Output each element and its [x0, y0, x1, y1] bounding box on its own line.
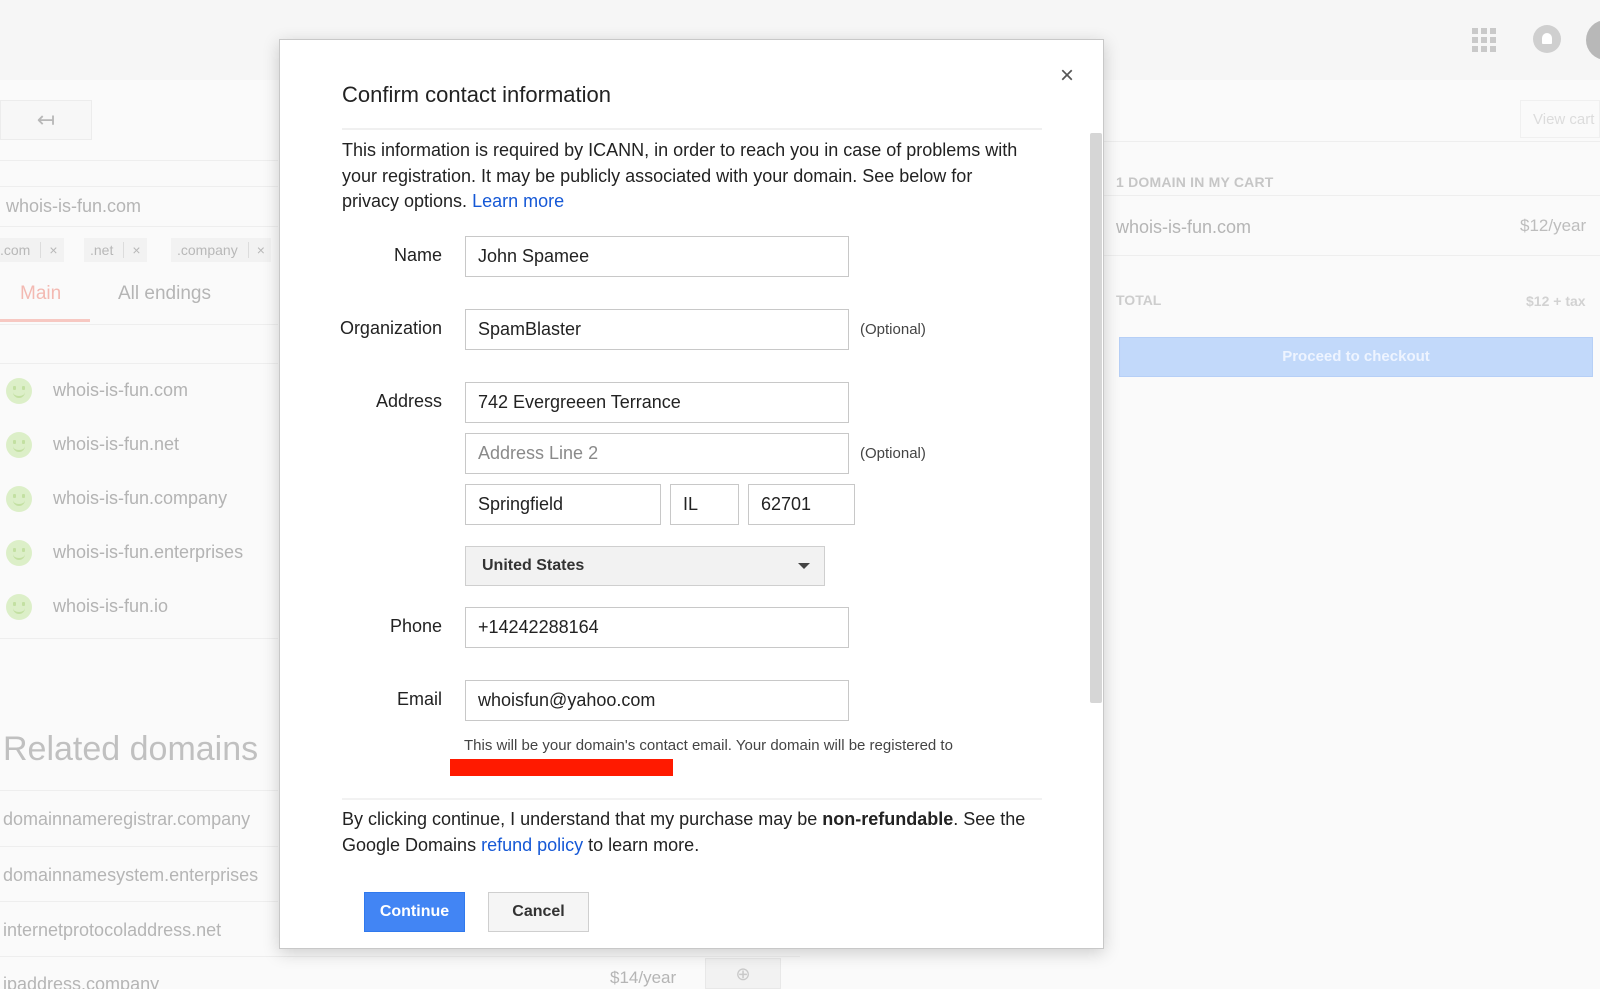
divider	[0, 226, 278, 227]
email-label: Email	[396, 689, 442, 709]
view-cart-button[interactable]: View cart	[1520, 100, 1600, 138]
chip-label: .company	[177, 242, 238, 258]
available-smile-icon	[6, 540, 32, 566]
cart-total-label: TOTAL	[1116, 292, 1162, 308]
chip-close-icon[interactable]: ×	[247, 242, 265, 258]
divider	[1103, 195, 1600, 196]
tab-all-endings[interactable]: All endings	[118, 283, 211, 305]
result-row[interactable]: whois-is-fun.com	[0, 364, 278, 418]
filter-chip-company[interactable]: .company ×	[171, 238, 271, 262]
refund-notice: By clicking continue, I understand that …	[342, 807, 1042, 858]
available-smile-icon	[6, 432, 32, 458]
divider	[0, 638, 278, 639]
filter-chip-net[interactable]: .net ×	[84, 238, 147, 262]
cancel-button[interactable]: Cancel	[488, 892, 589, 932]
notice-text: This information is required by ICANN, i…	[342, 140, 1018, 211]
refund-notice-text: to learn more.	[583, 834, 700, 855]
result-domain: whois-is-fun.io	[53, 596, 169, 616]
result-domain: whois-is-fun.net	[53, 434, 180, 454]
search-value[interactable]: whois-is-fun.com	[6, 196, 141, 217]
optional-hint: (Optional)	[860, 321, 926, 338]
divider	[0, 186, 278, 187]
related-domain-item[interactable]: internetprotocoladdress.net	[3, 920, 221, 941]
chip-label: .net	[90, 242, 114, 258]
icann-notice: This information is required by ICANN, i…	[342, 138, 1032, 215]
filter-chip-com[interactable]: .com ×	[0, 238, 64, 262]
contact-info-dialog: Confirm contact information × This infor…	[279, 39, 1104, 949]
phone-label: Phone	[389, 616, 442, 636]
available-smile-icon	[6, 486, 32, 512]
proceed-to-checkout-button[interactable]: Proceed to checkout	[1119, 337, 1593, 377]
cart-domain-price: $12/year	[1520, 216, 1587, 235]
country-select[interactable]: United States	[465, 546, 825, 586]
divider	[0, 901, 278, 902]
name-field[interactable]	[465, 236, 849, 277]
refund-policy-link[interactable]: refund policy	[481, 835, 583, 855]
notifications-icon[interactable]	[1533, 25, 1561, 53]
divider	[0, 324, 278, 325]
dialog-title: Confirm contact information	[342, 82, 611, 107]
email-field[interactable]	[465, 680, 849, 721]
related-domain-item[interactable]: ipaddress.company	[3, 974, 159, 989]
result-domain: whois-is-fun.com	[53, 380, 189, 400]
result-domain: whois-is-fun.company	[53, 488, 228, 508]
chip-close-icon[interactable]: ×	[123, 242, 141, 258]
refund-notice-text: By clicking continue, I understand that …	[342, 809, 823, 829]
divider	[342, 798, 1042, 800]
result-row[interactable]: whois-is-fun.company	[0, 472, 278, 526]
cart-count-label: 1 DOMAIN IN MY CART	[1116, 174, 1274, 190]
divider	[0, 846, 278, 847]
divider	[0, 956, 800, 957]
country-value: United States	[482, 557, 585, 574]
available-smile-icon	[6, 378, 32, 404]
cart-total-value: $12 + tax	[1526, 293, 1586, 309]
dialog-scrollbar[interactable]	[1090, 133, 1102, 703]
back-arrow-icon: ↤	[36, 107, 56, 132]
continue-button[interactable]: Continue	[364, 892, 465, 932]
chip-label: .com	[0, 242, 31, 258]
result-row[interactable]: whois-is-fun.io	[0, 580, 278, 634]
zip-field[interactable]	[748, 484, 855, 525]
organization-field[interactable]	[465, 309, 849, 350]
result-row[interactable]: whois-is-fun.enterprises	[0, 526, 278, 580]
apps-grid-icon[interactable]	[1472, 28, 1496, 52]
email-help-text: This will be your domain's contact email…	[464, 737, 953, 754]
non-refundable-text: non-refundable	[822, 809, 954, 829]
related-domain-item[interactable]: domainnameregistrar.company	[3, 809, 250, 830]
close-icon[interactable]: ×	[1055, 64, 1079, 88]
related-domain-item[interactable]: domainnamesystem.enterprises	[3, 865, 258, 886]
related-domains-heading: Related domains	[3, 730, 259, 768]
state-field[interactable]	[670, 484, 739, 525]
divider	[1103, 141, 1600, 142]
name-label: Name	[393, 245, 442, 265]
cart-domain: whois-is-fun.com	[1116, 217, 1252, 237]
tab-main[interactable]: Main	[20, 283, 61, 305]
cart-plus-icon: ⊕	[735, 964, 751, 984]
divider	[0, 160, 278, 161]
avatar[interactable]	[1586, 20, 1600, 60]
organization-label: Organization	[339, 318, 442, 338]
result-row[interactable]: whois-is-fun.net	[0, 418, 278, 472]
address-label: Address	[375, 391, 442, 411]
divider	[342, 128, 1042, 130]
related-domain-price: $14/year	[610, 968, 677, 987]
chip-close-icon[interactable]: ×	[40, 242, 58, 258]
available-smile-icon	[6, 594, 32, 620]
tab-indicator	[0, 319, 90, 322]
divider	[1103, 255, 1600, 256]
chevron-down-icon	[798, 563, 810, 569]
optional-hint: (Optional)	[860, 445, 926, 462]
address-line1-field[interactable]	[465, 382, 849, 423]
redaction-bar	[450, 759, 673, 776]
divider	[0, 790, 278, 791]
add-to-cart-button[interactable]: ⊕	[705, 958, 781, 989]
city-field[interactable]	[465, 484, 661, 525]
learn-more-link[interactable]: Learn more	[472, 191, 564, 211]
result-domain: whois-is-fun.enterprises	[53, 542, 244, 562]
phone-field[interactable]	[465, 607, 849, 648]
address-line2-field[interactable]	[465, 433, 849, 474]
back-button[interactable]: ↤	[0, 100, 92, 140]
